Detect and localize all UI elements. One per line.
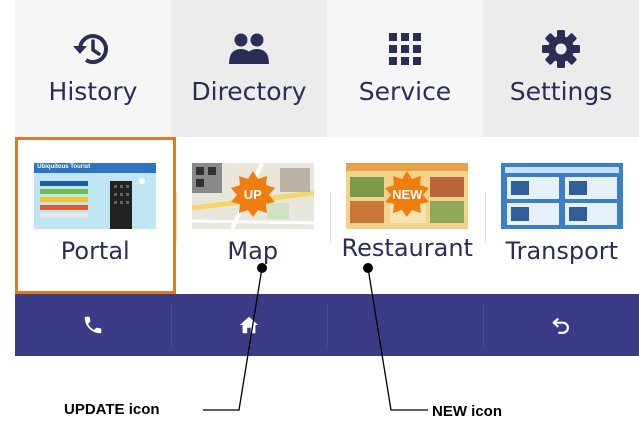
tab-history[interactable]: History [15, 0, 171, 137]
people-icon [229, 27, 269, 71]
tile-map[interactable]: UP Map [175, 137, 331, 294]
toolbar-empty-slot [327, 294, 483, 356]
history-icon [71, 27, 115, 71]
update-badge-text: UP [243, 186, 262, 202]
restaurant-thumbnail: NEW [346, 163, 469, 229]
new-badge-icon: NEW [384, 171, 430, 217]
grid-icon [389, 27, 421, 71]
tab-history-label: History [48, 77, 138, 106]
portal-thumbnail: Ubiquitous Tourist [34, 163, 157, 229]
tab-directory[interactable]: Directory [171, 0, 327, 137]
top-navigation: History Directory Service Settings [15, 0, 639, 137]
home-button[interactable] [171, 294, 327, 356]
bottom-toolbar [15, 294, 639, 356]
phone-button[interactable] [15, 294, 171, 356]
tile-portal[interactable]: Ubiquitous Tourist Portal [15, 137, 176, 294]
tile-transport[interactable]: Transport [484, 137, 639, 294]
back-icon [552, 317, 569, 334]
update-icon-caption: UPDATE icon [64, 401, 160, 418]
new-icon-caption: NEW icon [432, 403, 502, 420]
gear-icon [541, 27, 581, 71]
tab-service[interactable]: Service [327, 0, 483, 137]
tab-directory-label: Directory [191, 77, 307, 106]
map-thumbnail: UP [191, 163, 314, 229]
update-badge-icon: UP [230, 171, 276, 217]
service-tiles: Ubiquitous Tourist Portal UP Map NEW Res… [15, 137, 639, 294]
new-badge-text: NEW [392, 186, 423, 202]
tile-restaurant-label: Restaurant [341, 234, 473, 262]
home-icon [239, 316, 259, 334]
portal-banner-text: Ubiquitous Tourist [37, 164, 91, 170]
tab-service-label: Service [358, 77, 452, 106]
tab-settings[interactable]: Settings [483, 0, 639, 137]
tile-map-label: Map [227, 237, 279, 265]
phone-icon [84, 316, 102, 334]
tile-portal-label: Portal [60, 237, 130, 265]
tab-settings-label: Settings [509, 77, 613, 106]
back-button[interactable] [483, 294, 639, 356]
tile-restaurant[interactable]: NEW Restaurant [330, 137, 485, 294]
tile-transport-label: Transport [505, 237, 619, 265]
transport-thumbnail [500, 163, 623, 229]
